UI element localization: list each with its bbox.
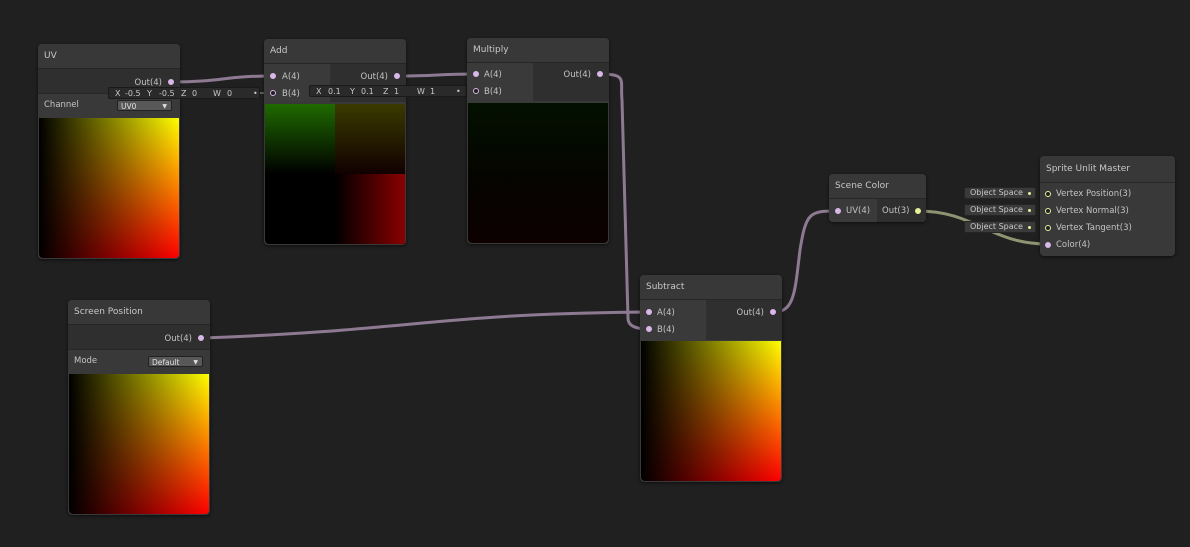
master-in-color-label: Color(4) bbox=[1056, 240, 1091, 250]
subtract-in-a-port[interactable] bbox=[646, 309, 652, 315]
wire-screenpos-to-subtract-a bbox=[200, 310, 650, 340]
master-in-vertex-normal-label: Vertex Normal(3) bbox=[1056, 206, 1129, 216]
chevron-down-icon: ▼ bbox=[162, 103, 167, 110]
screen-position-preview bbox=[69, 374, 209, 514]
screen-position-out-port[interactable] bbox=[198, 335, 204, 341]
add-b-vector-field[interactable]: X -0.5 Y -0.5 Z 0 W 0 • bbox=[108, 87, 260, 99]
multiply-in-b-label: B(4) bbox=[484, 87, 502, 97]
add-in-a-port[interactable] bbox=[270, 73, 276, 79]
sprite-unlit-master-node[interactable]: Sprite Unlit Master Vertex Position(3) V… bbox=[1040, 156, 1175, 256]
add-out-port[interactable] bbox=[394, 73, 400, 79]
master-in-vertex-position-label: Vertex Position(3) bbox=[1056, 189, 1132, 199]
multiply-out-label: Out(4) bbox=[563, 70, 591, 80]
screen-position-out-label: Out(4) bbox=[164, 334, 192, 344]
screen-position-mode-value: Default bbox=[152, 358, 180, 367]
add-preview bbox=[265, 104, 405, 244]
screen-position-mode-label: Mode bbox=[74, 356, 98, 366]
wire-subtract-to-scenecolor bbox=[772, 209, 839, 314]
multiply-in-b-port[interactable] bbox=[473, 88, 479, 94]
screen-position-title: Screen Position bbox=[68, 300, 210, 325]
add-in-a-label: A(4) bbox=[282, 72, 300, 82]
multiply-b-y[interactable]: 0.1 bbox=[361, 86, 374, 98]
master-in-vertex-tangent-label: Vertex Tangent(3) bbox=[1056, 223, 1132, 233]
subtract-node-title: Subtract bbox=[640, 275, 782, 300]
master-in-color-port[interactable] bbox=[1045, 242, 1051, 248]
uv-node-title: UV bbox=[38, 44, 180, 69]
multiply-b-z[interactable]: 1 bbox=[394, 86, 399, 98]
multiply-b-vector-field[interactable]: X 0.1 Y 0.1 Z 1 W 1 • bbox=[309, 85, 467, 97]
uv-out-port[interactable] bbox=[168, 79, 174, 85]
scene-color-out-port[interactable] bbox=[915, 208, 921, 214]
uv-channel-label: Channel bbox=[44, 100, 79, 110]
screen-position-node[interactable]: Screen Position Out(4) Mode Default ▼ bbox=[68, 300, 210, 515]
subtract-preview bbox=[641, 341, 781, 481]
subtract-in-b-port[interactable] bbox=[646, 326, 652, 332]
multiply-in-a-label: A(4) bbox=[484, 70, 502, 80]
add-b-z[interactable]: 0 bbox=[192, 88, 197, 100]
multiply-b-w[interactable]: 1 bbox=[430, 86, 435, 98]
scene-color-title: Scene Color bbox=[829, 174, 926, 199]
uv-node[interactable]: UV Out(4) Channel UV0 ▼ bbox=[38, 44, 180, 259]
multiply-out-port[interactable] bbox=[597, 71, 603, 77]
connector-dot-icon: • bbox=[253, 89, 258, 98]
add-in-b-port[interactable] bbox=[270, 90, 276, 96]
screen-position-mode-dropdown[interactable]: Default ▼ bbox=[148, 356, 203, 367]
vertex-tangent-space[interactable]: Object Space bbox=[964, 221, 1036, 233]
master-in-vertex-normal-port[interactable] bbox=[1045, 208, 1051, 214]
wire-add-to-multiply-a bbox=[396, 72, 478, 78]
add-b-y[interactable]: -0.5 bbox=[159, 88, 175, 100]
add-node-title: Add bbox=[264, 39, 406, 64]
multiply-preview bbox=[468, 103, 608, 243]
subtract-out-label: Out(4) bbox=[736, 308, 764, 318]
subtract-out-port[interactable] bbox=[770, 309, 776, 315]
add-out-label: Out(4) bbox=[360, 72, 388, 82]
master-node-title: Sprite Unlit Master bbox=[1040, 156, 1175, 183]
add-in-b-label: B(4) bbox=[282, 89, 300, 99]
uv-channel-dropdown[interactable]: UV0 ▼ bbox=[117, 100, 172, 111]
multiply-in-a-port[interactable] bbox=[473, 71, 479, 77]
scene-color-in-uv-label: UV(4) bbox=[846, 206, 871, 216]
add-b-x[interactable]: -0.5 bbox=[125, 88, 141, 100]
add-b-w[interactable]: 0 bbox=[227, 88, 232, 100]
master-in-vertex-tangent-port[interactable] bbox=[1045, 225, 1051, 231]
wire-uv-to-add-a bbox=[170, 74, 274, 84]
multiply-node[interactable]: Multiply A(4) B(4) Out(4) bbox=[467, 38, 609, 244]
uv-preview bbox=[39, 118, 179, 258]
multiply-b-x[interactable]: 0.1 bbox=[328, 86, 341, 98]
subtract-in-a-label: A(4) bbox=[657, 308, 675, 318]
vertex-normal-space[interactable]: Object Space bbox=[964, 204, 1036, 216]
chevron-down-icon: ▼ bbox=[193, 359, 198, 366]
subtract-in-b-label: B(4) bbox=[657, 325, 675, 335]
scene-color-out-label: Out(3) bbox=[882, 206, 910, 216]
scene-color-in-uv-port[interactable] bbox=[835, 208, 841, 214]
vertex-position-space[interactable]: Object Space bbox=[964, 187, 1036, 199]
multiply-node-title: Multiply bbox=[467, 38, 609, 63]
uv-channel-value: UV0 bbox=[121, 102, 137, 111]
subtract-node[interactable]: Subtract A(4) B(4) Out(4) bbox=[640, 275, 782, 482]
master-in-vertex-position-port[interactable] bbox=[1045, 191, 1051, 197]
add-node[interactable]: Add A(4) B(4) Out(4) bbox=[264, 39, 406, 245]
connector-dot-icon: • bbox=[456, 87, 461, 96]
scene-color-node[interactable]: Scene Color UV(4) Out(3) bbox=[829, 174, 926, 222]
